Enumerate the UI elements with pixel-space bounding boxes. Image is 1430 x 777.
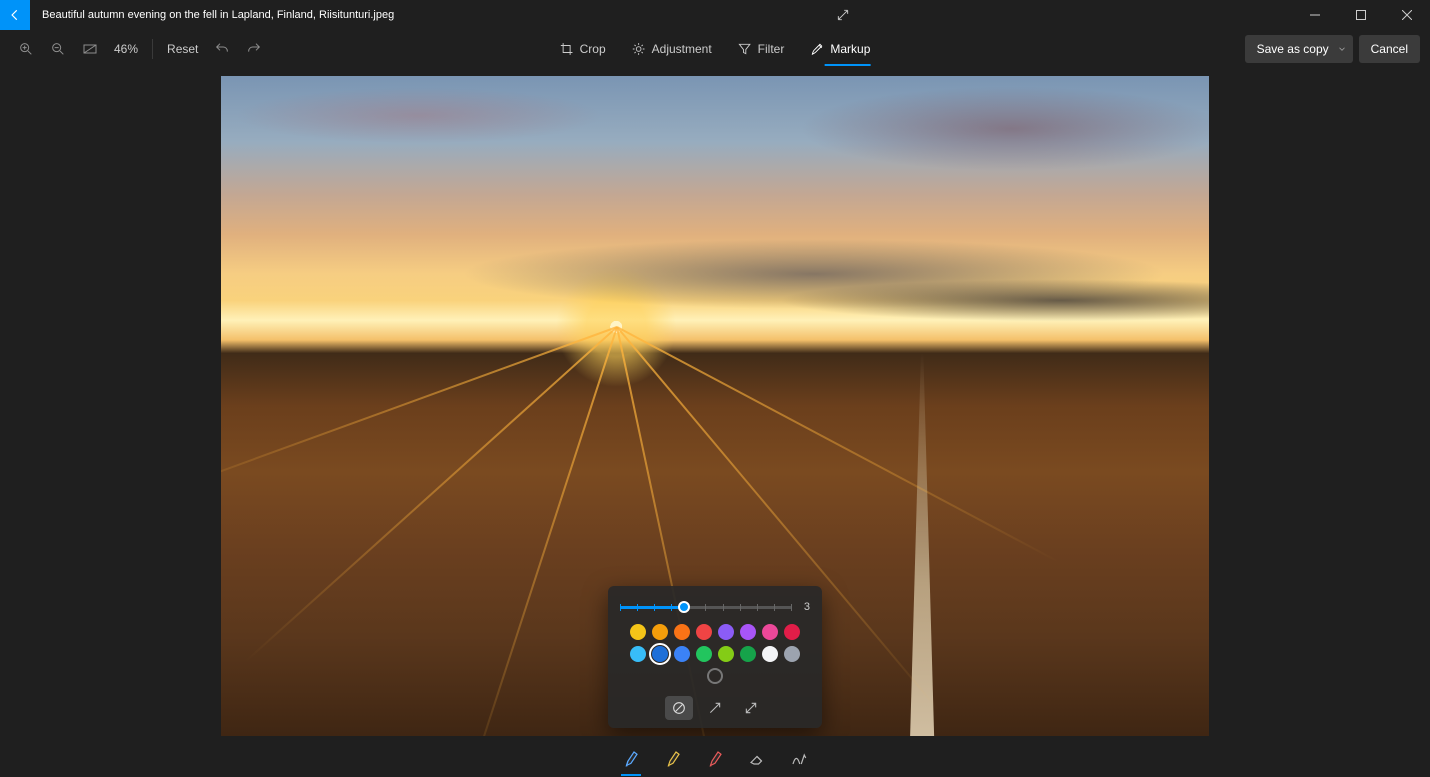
window-controls — [1292, 0, 1430, 30]
color-swatch[interactable] — [762, 646, 778, 662]
arrow-style-row — [620, 696, 810, 720]
color-palette — [620, 624, 810, 684]
pen-tool-3[interactable] — [701, 744, 729, 772]
zoom-out-button[interactable] — [42, 33, 74, 65]
arrow-none[interactable] — [665, 696, 693, 720]
color-swatch[interactable] — [784, 624, 800, 640]
tab-label: Filter — [758, 42, 785, 56]
bottom-toolbar — [0, 739, 1430, 777]
color-swatch[interactable] — [652, 624, 668, 640]
color-swatch[interactable] — [630, 624, 646, 640]
redo-button[interactable] — [238, 33, 270, 65]
pen-tool-2[interactable] — [659, 744, 687, 772]
color-swatch[interactable] — [740, 624, 756, 640]
filter-icon — [738, 42, 752, 56]
markup-panel: 3 — [608, 586, 822, 728]
color-swatch[interactable] — [762, 624, 778, 640]
titlebar: Beautiful autumn evening on the fell in … — [0, 0, 1430, 30]
chevron-down-icon[interactable] — [1337, 44, 1347, 54]
reset-button[interactable]: Reset — [159, 42, 206, 56]
pen-tool-1[interactable] — [617, 744, 645, 772]
cancel-button[interactable]: Cancel — [1359, 35, 1420, 63]
arrow-double[interactable] — [737, 696, 765, 720]
color-swatch[interactable] — [718, 646, 734, 662]
tab-label: Crop — [580, 42, 606, 56]
close-button[interactable] — [1384, 0, 1430, 30]
pen-icon — [810, 42, 824, 56]
color-swatch[interactable] — [740, 646, 756, 662]
toolbar-left: 46% Reset — [10, 33, 270, 65]
color-swatch[interactable] — [718, 624, 734, 640]
canvas-area: 3 — [0, 68, 1430, 739]
color-swatch[interactable] — [674, 624, 690, 640]
color-swatch[interactable] — [696, 624, 712, 640]
file-name: Beautiful autumn evening on the fell in … — [42, 9, 394, 21]
color-swatch[interactable] — [696, 646, 712, 662]
tab-filter[interactable]: Filter — [738, 30, 785, 68]
image-canvas[interactable]: 3 — [221, 76, 1209, 736]
arrow-single[interactable] — [701, 696, 729, 720]
fit-button[interactable] — [74, 33, 106, 65]
eraser-tool[interactable] — [743, 744, 771, 772]
ink-shape-tool[interactable] — [785, 744, 813, 772]
button-label: Save as copy — [1257, 42, 1329, 56]
app-window: Beautiful autumn evening on the fell in … — [0, 0, 1430, 777]
tabs: Crop Adjustment Filter Markup — [560, 30, 871, 68]
color-swatch[interactable] — [784, 646, 800, 662]
tab-label: Adjustment — [652, 42, 712, 56]
toolbar: 46% Reset Crop — [0, 30, 1430, 68]
zoom-value: 46% — [106, 42, 146, 56]
tab-adjustment[interactable]: Adjustment — [632, 30, 712, 68]
back-button[interactable] — [0, 0, 30, 30]
pen-size-row: 3 — [620, 600, 810, 614]
pen-size-value: 3 — [800, 601, 810, 613]
maximize-button[interactable] — [1338, 0, 1384, 30]
tab-crop[interactable]: Crop — [560, 30, 606, 68]
color-swatch[interactable] — [630, 646, 646, 662]
sun-icon — [632, 42, 646, 56]
pen-size-slider[interactable] — [620, 600, 792, 614]
tab-label: Markup — [830, 42, 870, 56]
toolbar-right: Save as copy Cancel — [1245, 35, 1420, 63]
minimize-button[interactable] — [1292, 0, 1338, 30]
separator — [152, 39, 153, 59]
button-label: Cancel — [1371, 42, 1408, 56]
fullscreen-button[interactable] — [820, 0, 866, 30]
undo-button[interactable] — [206, 33, 238, 65]
color-swatch[interactable] — [707, 668, 723, 684]
color-swatch[interactable] — [652, 646, 668, 662]
color-swatch[interactable] — [674, 646, 690, 662]
save-as-copy-button[interactable]: Save as copy — [1245, 35, 1353, 63]
tab-markup[interactable]: Markup — [810, 30, 870, 68]
zoom-in-button[interactable] — [10, 33, 42, 65]
image-path-decor — [892, 353, 952, 736]
crop-icon — [560, 42, 574, 56]
